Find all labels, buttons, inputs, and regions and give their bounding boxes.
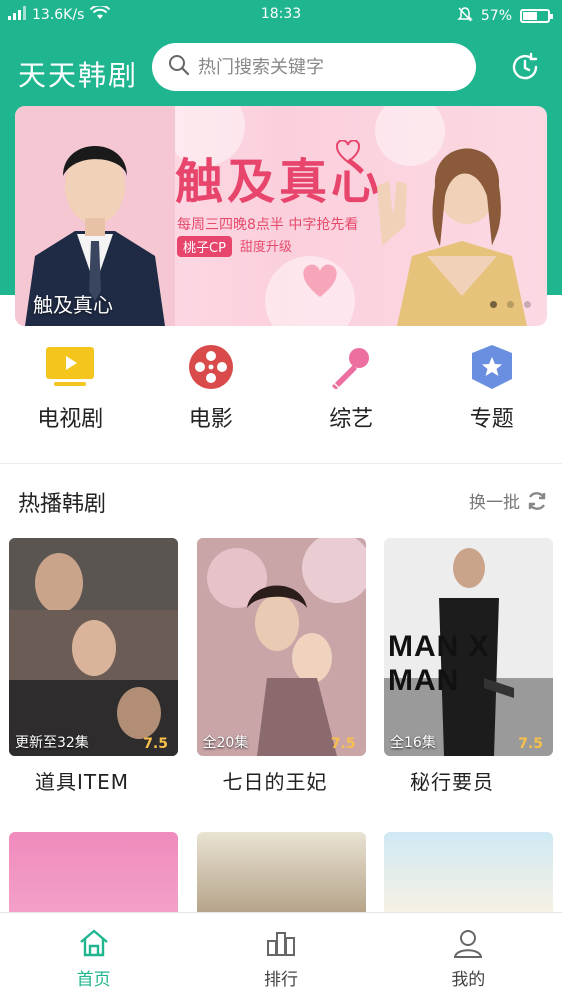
- tab-label: 排行: [263, 970, 298, 990]
- bottom-tab-bar: 首页 排行 我的: [0, 912, 562, 1000]
- home-icon: [79, 929, 108, 957]
- poster-image: [9, 538, 178, 756]
- category-topic[interactable]: 专题: [422, 345, 562, 445]
- drama-card[interactable]: MAN X MAN 全16集 7.5 秘行要员: [384, 538, 553, 795]
- battery-fill: [523, 12, 537, 20]
- drama-title: 七日的王妃: [222, 770, 328, 794]
- category-label: 电视剧: [37, 407, 104, 432]
- category-label: 综艺: [329, 407, 374, 432]
- poster-image: [196, 538, 366, 756]
- tv-icon: [46, 345, 95, 389]
- mute-bell-icon: [457, 6, 473, 26]
- star-badge-icon: [468, 345, 516, 389]
- refresh-label: 换一批: [469, 493, 520, 513]
- drama-poster-partial[interactable]: [196, 832, 366, 912]
- pager-dot[interactable]: [490, 301, 497, 308]
- heart-icon: [303, 264, 337, 297]
- tab-ranking[interactable]: 排行: [187, 913, 374, 1000]
- banner-subtitle: 每周三四晚8点半 中字抢先看: [177, 217, 359, 233]
- battery-percent: 57%: [480, 8, 512, 24]
- category-menu: 电视剧 电影 综艺 专题: [0, 345, 562, 445]
- heart-icon: [335, 140, 361, 164]
- drama-poster[interactable]: 全20集 7.5: [196, 538, 366, 756]
- status-bar: 13.6K/s 18:33 57%: [0, 0, 562, 30]
- section-title: 热播韩剧: [18, 492, 107, 517]
- tab-profile[interactable]: 我的: [375, 913, 562, 1000]
- profile-icon: [454, 930, 483, 958]
- microphone-icon: [327, 345, 375, 389]
- drama-card[interactable]: 全20集 7.5 七日的王妃: [196, 538, 366, 795]
- poster-text: MAN X MAN: [388, 630, 490, 697]
- rating-score: 7.5: [330, 736, 356, 752]
- category-tv[interactable]: 电视剧: [0, 345, 141, 445]
- drama-poster-partial[interactable]: [9, 832, 178, 912]
- episode-status: 全20集: [202, 735, 249, 751]
- drama-title: 秘行要员: [410, 770, 494, 794]
- history-clock-button[interactable]: [510, 52, 540, 82]
- tab-label: 我的: [451, 970, 486, 990]
- search-input[interactable]: [198, 56, 448, 78]
- drama-poster[interactable]: 更新至32集 7.5: [9, 538, 178, 756]
- drama-poster-partial[interactable]: [384, 832, 553, 912]
- tab-home[interactable]: 首页: [0, 913, 187, 1000]
- category-label: 专题: [469, 407, 514, 432]
- episode-status: 更新至32集: [15, 735, 89, 751]
- ranking-icon: [266, 932, 295, 956]
- battery-icon: [520, 9, 553, 23]
- app-title: 天天韩剧: [18, 59, 139, 92]
- pager-dot[interactable]: [524, 301, 531, 308]
- search-box[interactable]: [152, 43, 476, 91]
- history-icon: [512, 52, 538, 80]
- drama-poster[interactable]: MAN X MAN 全16集 7.5: [384, 538, 553, 756]
- refresh-button[interactable]: 换一批: [469, 488, 548, 513]
- search-icon: [168, 54, 190, 80]
- banner-tag: 桃子CP: [177, 236, 232, 257]
- category-movie[interactable]: 电影: [141, 345, 282, 445]
- drama-title: 道具ITEM: [35, 770, 130, 794]
- film-reel-icon: [187, 345, 235, 389]
- category-label: 电影: [188, 407, 233, 432]
- episode-status: 全16集: [390, 735, 436, 751]
- tab-label: 首页: [76, 970, 111, 990]
- drama-card[interactable]: 更新至32集 7.5 道具ITEM: [9, 538, 178, 795]
- rating-score: 7.5: [143, 736, 168, 752]
- banner-pager: [490, 301, 531, 308]
- status-right: 57%: [457, 6, 553, 26]
- category-variety[interactable]: 综艺: [281, 345, 422, 445]
- rating-score: 7.5: [518, 736, 543, 752]
- refresh-icon: [528, 491, 546, 510]
- promo-banner[interactable]: 触及真心 每周三四晚8点半 中字抢先看 桃子CP 甜度升级 触及真心: [15, 106, 547, 326]
- banner-tag-extra: 甜度升级: [239, 240, 292, 255]
- banner-caption: 触及真心: [33, 293, 113, 317]
- banner-actress-image: [377, 148, 527, 326]
- pager-dot[interactable]: [507, 301, 514, 308]
- banner-tags: 桃子CP 甜度升级: [177, 236, 292, 257]
- section-divider: [0, 463, 562, 464]
